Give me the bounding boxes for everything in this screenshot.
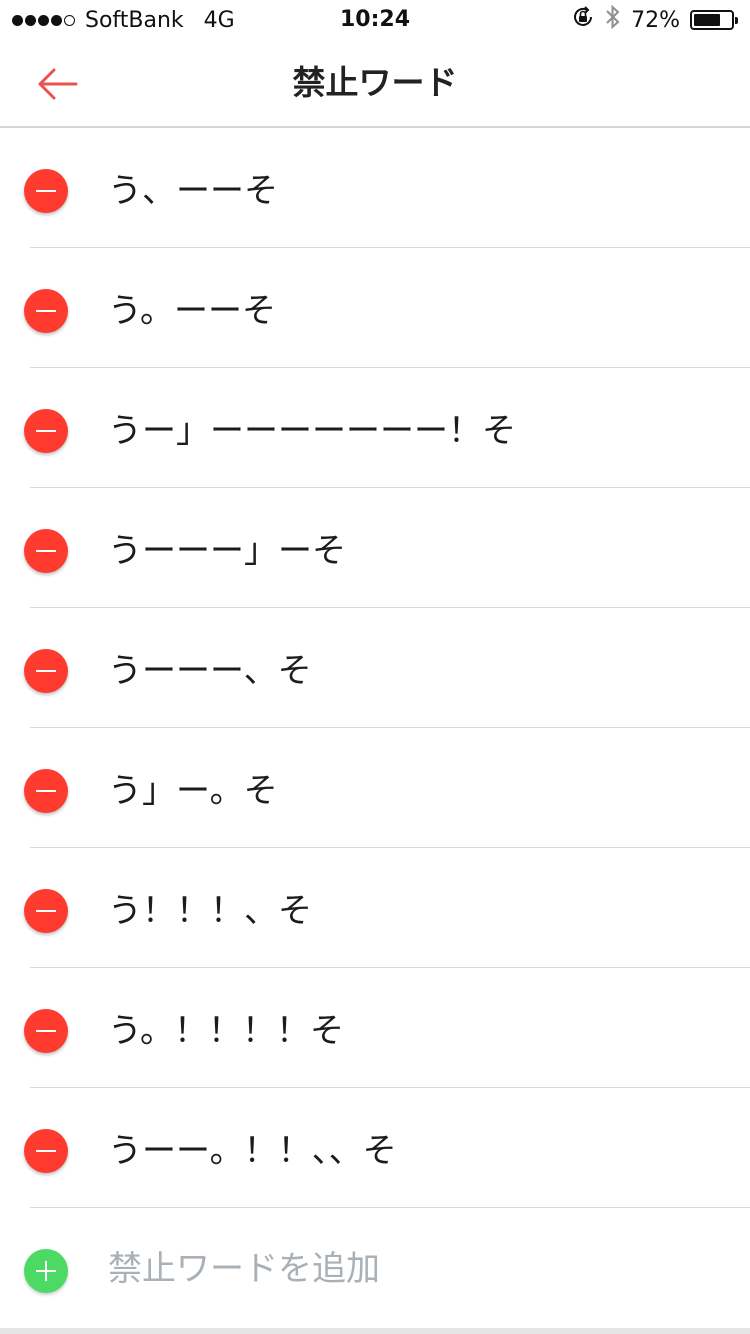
banned-word-list: う、ーーそ う。ーーそ うー」ーーーーーーー！そ うーーー」ーそ うーーー、そ … bbox=[0, 128, 750, 1328]
remove-word-button[interactable] bbox=[24, 649, 68, 693]
battery-level bbox=[694, 14, 720, 26]
list-item: う！！！、そ bbox=[24, 848, 750, 968]
page-title: 禁止ワード bbox=[292, 63, 458, 102]
bottom-divider bbox=[0, 1328, 750, 1334]
bluetooth-icon bbox=[605, 4, 621, 36]
banned-word-text: うーーー」ーそ bbox=[108, 531, 346, 571]
remove-word-button[interactable] bbox=[24, 889, 68, 933]
status-bar: SoftBank 4G 10:24 72% bbox=[0, 0, 750, 40]
add-word-label[interactable]: 禁止ワードを追加 bbox=[108, 1208, 380, 1328]
remove-word-button[interactable] bbox=[24, 529, 68, 573]
add-word-button[interactable] bbox=[24, 1249, 68, 1293]
add-word-row[interactable]: 禁止ワードを追加 bbox=[24, 1208, 750, 1328]
banned-word-text: う、ーーそ bbox=[108, 171, 278, 211]
list-item: う。ーーそ bbox=[24, 248, 750, 368]
list-item: うーー。！！、、そ bbox=[24, 1088, 750, 1208]
battery-percent: 72% bbox=[631, 7, 680, 33]
list-item: うーーー」ーそ bbox=[24, 488, 750, 608]
remove-word-button[interactable] bbox=[24, 169, 68, 213]
banned-word-text: うーーー、そ bbox=[108, 651, 312, 691]
banned-word-text: う。！！！！そ bbox=[108, 1011, 344, 1051]
battery-icon bbox=[690, 10, 738, 30]
rotation-lock-icon bbox=[571, 5, 595, 35]
list-item: う。！！！！そ bbox=[24, 968, 750, 1088]
banned-word-text: うーー。！！、、そ bbox=[108, 1131, 397, 1171]
banned-word-text: う。ーーそ bbox=[108, 291, 276, 331]
banned-word-text: う！！！、そ bbox=[108, 891, 312, 931]
status-right: 72% bbox=[571, 4, 738, 36]
list-item: うー」ーーーーーーー！そ bbox=[24, 368, 750, 488]
list-item: う、ーーそ bbox=[24, 128, 750, 248]
banned-word-text: うー」ーーーーーーー！そ bbox=[108, 411, 516, 451]
remove-word-button[interactable] bbox=[24, 1009, 68, 1053]
navigation-bar: 禁止ワード bbox=[0, 40, 750, 128]
remove-word-button[interactable] bbox=[24, 769, 68, 813]
remove-word-button[interactable] bbox=[24, 409, 68, 453]
banned-word-text: う」ー。そ bbox=[108, 771, 278, 811]
list-item: うーーー、そ bbox=[24, 608, 750, 728]
remove-word-button[interactable] bbox=[24, 289, 68, 333]
list-item: う」ー。そ bbox=[24, 728, 750, 848]
remove-word-button[interactable] bbox=[24, 1129, 68, 1173]
